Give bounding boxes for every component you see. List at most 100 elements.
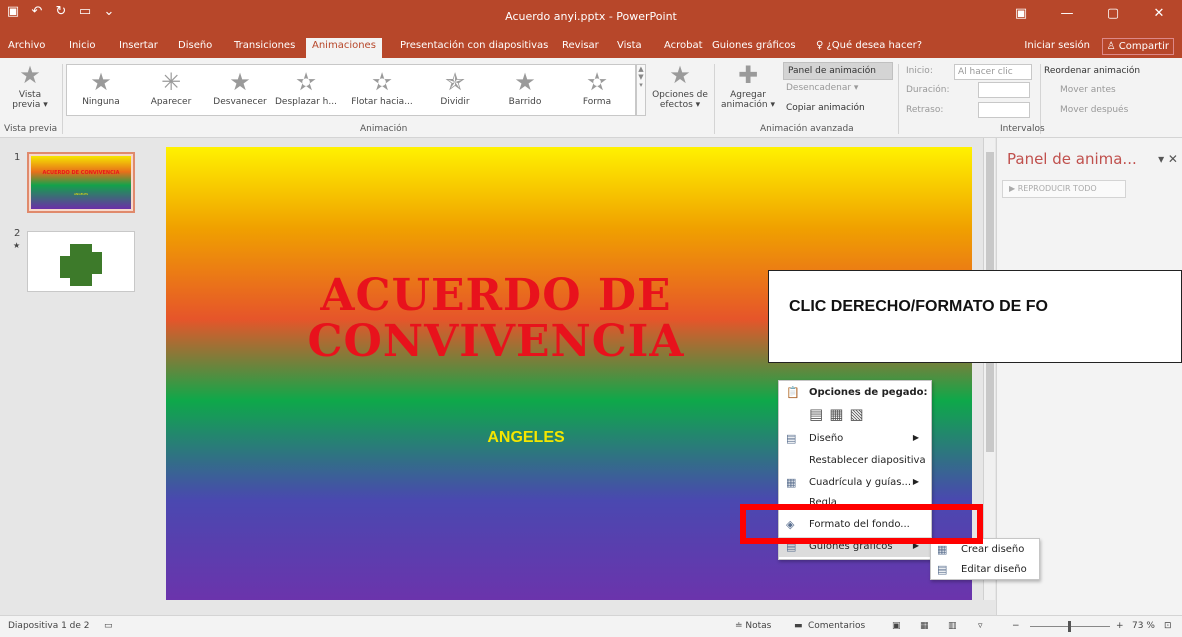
anim-forma[interactable]: ✫ Forma [569,67,625,107]
tab-archivo[interactable]: Archivo [8,40,45,51]
tab-guiones-graficos[interactable]: Guiones gráficos [712,40,796,51]
animation-pane-button[interactable]: Panel de animación [783,62,893,80]
minimize-button[interactable]: — [1044,2,1090,21]
tab-inicio[interactable]: Inicio [69,40,95,51]
normal-view-icon[interactable]: ▣ [892,621,901,631]
tab-acrobat[interactable]: Acrobat [664,40,703,51]
effect-options-button[interactable]: ★ Opciones de efectos ▾ [650,60,710,110]
anim-desvanecer[interactable]: ★ Desvanecer [209,67,271,107]
paste-text-only-icon[interactable]: ▧ [849,405,863,423]
create-layout-icon: ▦ [937,543,948,556]
comments-icon[interactable]: ▬ [794,621,803,631]
tab-diseno[interactable]: Diseño [178,40,212,51]
menu-item-cuadricula[interactable]: ▦ Cuadrícula y guías... ▶ [779,473,931,493]
gallery-scroll[interactable]: ▲ ▼ ▾ [636,64,646,116]
anim-label: Dividir [440,97,470,107]
menu-item-diseno[interactable]: ▤ Diseño ▶ [779,429,931,449]
start-label: Inicio: [906,66,933,76]
anim-label: Flotar hacia... [351,97,413,107]
ribbon-display-icon[interactable]: ▣ [998,2,1044,21]
anim-aparecer[interactable]: ✳ Aparecer [143,67,199,107]
separator [898,64,899,134]
tab-revisar[interactable]: Revisar [562,40,599,51]
tab-transiciones[interactable]: Transiciones [234,40,295,51]
anim-barrido[interactable]: ★ Barrido [497,67,553,107]
group-label-preview: Vista previa [4,124,58,134]
animation-gallery: ★ Ninguna ✳ Aparecer ★ Desvanecer ✫ Desplaza… [66,64,636,116]
share-button[interactable]: ♙ Compartir [1101,38,1174,55]
tab-insertar[interactable]: Insertar [119,40,158,51]
slide-title[interactable]: ACUERDO DE CONVIVENCIA [166,273,826,365]
play-all-button[interactable]: ▶ REPRODUCIR TODO [1002,180,1126,198]
edit-layout-icon: ▤ [937,563,948,576]
anim-ninguna[interactable]: ★ Ninguna [75,67,127,107]
anim-label: Desvanecer [213,97,267,107]
pane-close-icon[interactable]: ▾ ✕ [1158,152,1178,166]
zoom-in-button[interactable]: + [1116,621,1124,631]
menu-item-restablecer[interactable]: Restablecer diapositiva [779,451,931,471]
start-dropdown[interactable]: Al hacer clic [954,64,1032,80]
zoom-out-button[interactable]: − [1012,621,1020,631]
share-label: Compartir [1118,41,1169,52]
slide-counter: Diapositiva 1 de 2 [8,621,90,631]
anim-label: Desplazar h... [275,97,337,107]
tab-animaciones[interactable]: Animaciones [306,38,382,58]
slide-number: 1 [14,152,21,163]
fit-to-window-icon[interactable]: ⊡ [1164,621,1172,631]
add-animation-label: Agregar animación ▾ [720,90,776,110]
vertical-scrollbar[interactable] [983,138,995,600]
star-burst-icon: ✳ [160,68,182,96]
anim-label: Aparecer [150,97,192,107]
add-animation-button[interactable]: ✚ Agregar animación ▾ [720,60,776,110]
close-button[interactable]: ✕ [1136,2,1182,21]
cactus-shape-icon [60,244,102,286]
slide-sorter-icon[interactable]: ▦ [920,621,929,631]
highlight-box [740,504,983,544]
instruction-callout: CLIC DERECHO/FORMATO DE FO [768,270,1182,363]
ribbon-tabs: Archivo Inicio Insertar Diseño Transicio… [0,36,1182,58]
status-bar: Diapositiva 1 de 2 ▭ ≐ Notas ▬ Comentari… [0,615,1182,637]
move-earlier-button[interactable]: Mover antes [1060,85,1116,95]
paste-picture-icon[interactable]: ▦ [829,405,843,423]
storyboard-submenu: ▦ Crear diseño ▤ Editar diseño [930,538,1040,580]
spellcheck-icon[interactable]: ▭ [104,621,113,631]
delay-label: Retraso: [906,105,944,115]
trigger-button[interactable]: Desencadenar ▾ [786,83,858,93]
zoom-level[interactable]: 73 % [1132,621,1155,631]
slide-thumbnail-2[interactable] [27,231,135,292]
thumbnail-subtitle: ANGELES [74,192,88,196]
tab-vista[interactable]: Vista [617,40,642,51]
tab-presentacion[interactable]: Presentación con diapositivas [400,40,548,51]
star-icon: ★ [514,68,536,96]
copy-animation-button[interactable]: Copiar animación [786,103,865,113]
group-label-advanced: Animación avanzada [760,124,854,134]
star-icon: ✯ [444,68,466,96]
anim-desplazar[interactable]: ✫ Desplazar h... [273,67,339,107]
paste-keep-source-icon[interactable]: ▤ [809,405,823,423]
sign-in-link[interactable]: Iniciar sesión [1024,40,1090,51]
comments-button[interactable]: Comentarios [808,621,865,631]
start-value: Al hacer clic [958,67,1013,77]
add-star-icon: ✚ [737,61,759,89]
submenu-arrow-icon: ▶ [912,433,919,442]
window-controls: ▣ — ▢ ✕ [998,2,1182,21]
reading-view-icon[interactable]: ▥ [948,621,957,631]
paste-icons: ▤ ▦ ▧ [809,405,864,423]
thumbnail-background: ACUERDO DE CONVIVENCIA ANGELES [31,156,131,209]
move-later-button[interactable]: Mover después [1060,105,1128,115]
anim-flotar[interactable]: ✫ Flotar hacia... [349,67,415,107]
duration-spinner[interactable] [978,82,1030,98]
maximize-button[interactable]: ▢ [1090,2,1136,21]
delay-spinner[interactable] [978,102,1030,118]
reorder-label: Reordenar animación [1044,66,1141,76]
notes-button[interactable]: ≐ Notas [735,621,771,631]
animation-pane-title: Panel de anima... [1007,150,1137,168]
tell-me-search[interactable]: ♀ ¿Qué desea hacer? [816,40,922,51]
submenu-arrow-icon: ▶ [912,477,919,486]
menu-item-editar-diseno[interactable]: ▤ Editar diseño [931,560,1039,580]
slide-thumbnail-1[interactable]: ACUERDO DE CONVIVENCIA ANGELES [27,152,135,213]
anim-dividir[interactable]: ✯ Dividir [427,67,483,107]
zoom-slider-thumb[interactable] [1068,621,1071,632]
preview-button[interactable]: ★ Vista previa ▾ [4,60,56,110]
slideshow-icon[interactable]: ▿ [978,621,983,631]
